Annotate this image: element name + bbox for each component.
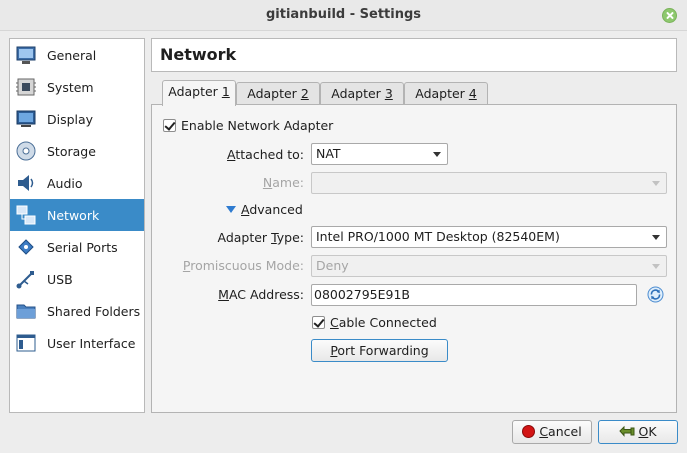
sidebar-item-general[interactable]: General [10,39,144,71]
enable-adapter-label: Enable Network Adapter [181,118,334,133]
tab-accel: 3 [384,86,393,101]
mac-address-input[interactable]: 08002795E91B [311,284,637,306]
ok-icon [619,423,635,437]
sidebar-item-audio[interactable]: Audio [10,167,144,199]
promiscuous-mode-value: Deny [316,258,349,273]
chevron-down-icon [433,152,441,157]
tab-label: Adapter [415,86,469,101]
enable-adapter-checkbox[interactable] [163,119,176,132]
mac-address-label: MAC Address: [218,287,304,302]
tab-label: Adapter [247,86,301,101]
adapter-type-value: Intel PRO/1000 MT Desktop (82540EM) [316,229,560,244]
tab-adapter-1[interactable]: Adapter 1 [162,80,236,106]
sidebar-item-label: Network [47,207,100,223]
sidebar-item-storage[interactable]: Storage [10,135,144,167]
general-icon [15,44,37,66]
tab-label: Adapter [331,86,385,101]
sidebar-item-system[interactable]: System [10,71,144,103]
window-titlebar: gitianbuild - Settings [0,0,687,31]
sidebar-item-label: Audio [47,175,83,191]
name-select [311,172,667,194]
tab-label: Adapter [168,84,222,99]
sidebar-item-user-interface[interactable]: User Interface [10,327,144,359]
folder-icon [15,300,37,322]
sidebar-item-label: General [47,47,97,63]
sidebar-item-label: Display [47,111,94,127]
network-icon [15,204,37,226]
serial-port-icon [15,236,37,258]
adapter-type-select[interactable]: Intel PRO/1000 MT Desktop (82540EM) [311,226,667,248]
chip-icon [15,76,37,98]
sidebar-item-network[interactable]: Network [10,199,144,231]
page-title: Network [151,38,677,72]
promiscuous-mode-select: Deny [311,255,667,277]
tab-accel: 1 [221,84,230,99]
monitor-icon [15,108,37,130]
tab-accel: 4 [468,86,477,101]
tab-adapter-2[interactable]: Adapter 2 [236,82,320,105]
sidebar-item-label: User Interface [47,335,136,351]
promiscuous-mode-label: Promiscuous Mode: [182,258,304,273]
tab-accel: 2 [300,86,309,101]
name-label: Name: [262,175,304,190]
attached-to-select[interactable]: NAT [311,143,448,165]
tab-adapter-4[interactable]: Adapter 4 [404,82,488,105]
adapter-type-label: Adapter Type: [217,230,304,245]
sidebar-item-label: Shared Folders [47,303,141,319]
cancel-button[interactable]: Cancel [512,420,592,444]
expand-arrow-icon[interactable] [226,206,236,213]
sidebar-item-label: Serial Ports [47,239,118,255]
ok-button[interactable]: OK [598,420,678,444]
attached-to-value: NAT [316,146,341,161]
cancel-icon [522,425,536,438]
sidebar-item-serial-ports[interactable]: Serial Ports [10,231,144,263]
sidebar-item-label: Storage [47,143,96,159]
user-interface-icon [15,332,37,354]
sidebar-item-label: System [47,79,94,95]
chevron-down-icon [652,264,660,269]
mac-address-value: 08002795E91B [314,287,411,302]
settings-sidebar: General System Display Storage Audio Net… [9,38,145,413]
close-icon[interactable] [662,8,677,23]
speaker-icon [15,172,37,194]
window-title: gitianbuild - Settings [265,7,422,22]
tab-adapter-3[interactable]: Adapter 3 [320,82,404,105]
disk-icon [15,140,37,162]
sidebar-item-shared-folders[interactable]: Shared Folders [10,295,144,327]
chevron-down-icon [652,235,660,240]
port-forwarding-button[interactable]: Port Forwarding [311,339,448,362]
sidebar-item-usb[interactable]: USB [10,263,144,295]
cable-connected-checkbox[interactable] [312,316,325,329]
usb-icon [15,268,37,290]
sidebar-item-display[interactable]: Display [10,103,144,135]
attached-to-label: Attached to: [227,147,304,162]
refresh-icon[interactable] [647,286,664,303]
cable-connected-label: Cable Connected [330,315,437,330]
chevron-down-icon [652,181,660,186]
sidebar-item-label: USB [47,271,73,287]
advanced-toggle[interactable]: Advanced [241,202,303,217]
